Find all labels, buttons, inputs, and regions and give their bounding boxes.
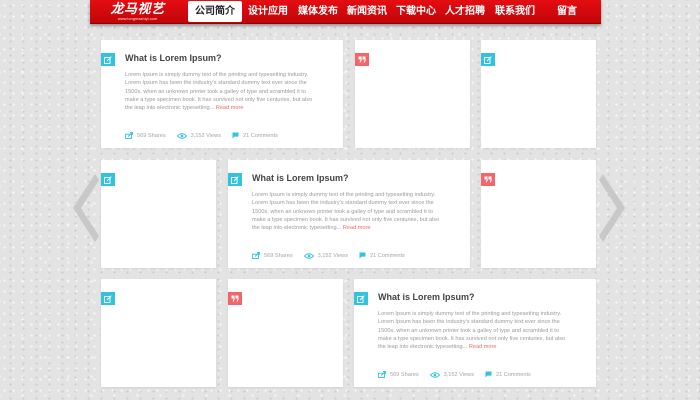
post-excerpt: Lorem Ipsum is simply dummy text of the …	[252, 192, 440, 232]
nav-item-message[interactable]: 留言	[542, 0, 592, 23]
post-meta: 569 Shares 3,152 Views 21 Comments	[125, 132, 289, 139]
post-excerpt: Lorem Ipsum is simply dummy text of the …	[125, 72, 313, 112]
post-type-badge	[228, 292, 242, 305]
views-count: 3,152 Views	[429, 371, 474, 378]
share-icon	[378, 371, 386, 378]
post-card[interactable]	[481, 40, 596, 148]
chevron-right-icon	[599, 174, 625, 242]
post-title[interactable]: What is Lorem Ipsum?	[378, 292, 475, 302]
carousel-next-arrow[interactable]	[599, 174, 625, 247]
nav-item-careers[interactable]: 人才招聘	[440, 0, 490, 23]
shares-count[interactable]: 569 Shares	[125, 132, 166, 139]
share-icon	[252, 252, 260, 259]
nav-item-contact[interactable]: 联系我们	[490, 0, 540, 23]
post-type-badge	[228, 173, 242, 186]
post-meta: 569 Shares 3,152 Views 21 Comments	[378, 371, 542, 378]
edit-icon	[104, 55, 112, 64]
read-more-link[interactable]: Read more	[469, 344, 497, 350]
edit-icon	[104, 175, 112, 184]
post-card[interactable]	[481, 160, 596, 268]
post-card[interactable]: What is Lorem Ipsum? Lorem Ipsum is simp…	[228, 160, 470, 268]
share-icon	[125, 132, 133, 139]
post-type-badge	[355, 53, 369, 66]
post-meta: 569 Shares 3,152 Views 21 Comments	[252, 252, 416, 259]
post-card[interactable]	[355, 40, 470, 148]
edit-icon	[357, 294, 365, 303]
edit-icon	[231, 175, 239, 184]
nav-item-media[interactable]: 媒体发布	[293, 0, 343, 23]
edit-icon	[104, 294, 112, 303]
eye-icon	[429, 371, 440, 378]
logo[interactable]: 龙马视艺 www.longmashiyi.com	[90, 0, 185, 23]
post-card[interactable]	[101, 160, 216, 268]
post-type-badge	[481, 53, 495, 66]
post-card[interactable]: What is Lorem Ipsum? Lorem Ipsum is simp…	[354, 279, 596, 387]
views-count: 3,152 Views	[176, 132, 221, 139]
chevron-left-icon	[73, 174, 99, 242]
post-card[interactable]	[228, 279, 343, 387]
nav-item-design[interactable]: 设计应用	[243, 0, 293, 23]
read-more-link[interactable]: Read more	[343, 225, 371, 231]
comments-count[interactable]: 21 Comments	[359, 252, 405, 259]
quote-icon	[231, 295, 239, 302]
post-type-badge	[354, 292, 368, 305]
nav-item-company-profile[interactable]: 公司简介	[188, 1, 242, 22]
post-type-badge	[101, 53, 115, 66]
views-count: 3,152 Views	[303, 252, 348, 259]
shares-count[interactable]: 569 Shares	[378, 371, 419, 378]
carousel-prev-arrow[interactable]	[73, 174, 99, 247]
comments-count[interactable]: 21 Comments	[485, 371, 531, 378]
post-excerpt: Lorem Ipsum is simply dummy text of the …	[378, 311, 566, 351]
post-title[interactable]: What is Lorem Ipsum?	[125, 53, 222, 63]
edit-icon	[484, 55, 492, 64]
quote-icon	[358, 56, 366, 63]
comment-icon	[485, 371, 492, 378]
read-more-link[interactable]: Read more	[216, 105, 244, 111]
eye-icon	[176, 132, 187, 139]
post-type-badge	[101, 292, 115, 305]
post-card[interactable]: What is Lorem Ipsum? Lorem Ipsum is simp…	[101, 40, 343, 148]
comment-icon	[232, 132, 239, 139]
quote-icon	[484, 176, 492, 183]
post-title[interactable]: What is Lorem Ipsum?	[252, 173, 349, 183]
logo-tagline: www.longmashiyi.com	[117, 15, 158, 21]
post-type-badge	[481, 173, 495, 186]
shares-count[interactable]: 569 Shares	[252, 252, 293, 259]
top-nav: 龙马视艺 www.longmashiyi.com 公司简介 设计应用 媒体发布 …	[90, 0, 601, 24]
logo-text: 龙马视艺	[110, 1, 165, 17]
post-type-badge	[101, 173, 115, 186]
comment-icon	[359, 252, 366, 259]
post-card[interactable]	[101, 279, 216, 387]
nav-item-downloads[interactable]: 下载中心	[391, 0, 441, 23]
nav-item-news[interactable]: 新闻资讯	[342, 0, 392, 23]
comments-count[interactable]: 21 Comments	[232, 132, 278, 139]
eye-icon	[303, 252, 314, 259]
